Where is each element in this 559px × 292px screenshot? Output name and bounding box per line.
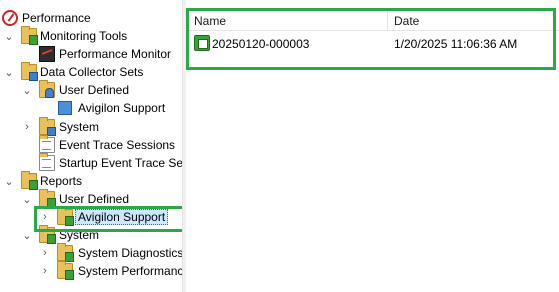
tree-node-performance[interactable]: Performance: [0, 9, 180, 27]
tree-node-startup-event-trace[interactable]: Startup Event Trace Sess: [0, 153, 182, 172]
chevron-right-icon[interactable]: ›: [40, 244, 50, 262]
folder-trace-icon: [39, 153, 55, 171]
chevron-right-icon[interactable]: ›: [22, 118, 32, 136]
folder-chart-icon: [21, 26, 38, 45]
highlight-box-list: [186, 8, 556, 70]
tree-node-data-collector-sets[interactable]: ⌄ Data Collector Sets: [0, 62, 180, 81]
tree-node-label: Startup Event Trace Sess: [59, 156, 182, 170]
tree-node-label: User Defined: [59, 192, 130, 206]
report-list[interactable]: Name Date 20250120-000003 1/20/2025 11:0…: [186, 0, 559, 292]
tree-node-event-trace-sessions[interactable]: Event Trace Sessions: [0, 135, 180, 154]
folder-report-icon: [57, 243, 74, 262]
highlight-box-tree-selection: [34, 206, 182, 232]
folder-icon: [39, 117, 56, 136]
chevron-right-icon[interactable]: ›: [40, 262, 50, 280]
folder-data-icon: [21, 62, 38, 81]
tree-node-label: Reports: [40, 174, 83, 188]
tree-node-label: System: [59, 120, 100, 134]
tree-node-label: System Performanc: [78, 264, 182, 278]
navigation-tree[interactable]: Performance ⌄ Monitoring Tools Performan…: [0, 0, 182, 292]
tree-node-label: Monitoring Tools: [40, 29, 128, 43]
tree-node-dcs-system[interactable]: › System: [0, 117, 180, 136]
tree-node-label: User Defined: [59, 83, 130, 97]
folder-trace-icon: [39, 135, 55, 153]
chevron-down-icon[interactable]: ⌄: [4, 172, 14, 190]
folder-user-icon: [39, 189, 56, 208]
tree-node-label: Avigilon Support: [78, 101, 166, 115]
tree-node-label: Event Trace Sessions: [59, 138, 176, 152]
data-collector-icon: [58, 101, 72, 115]
chevron-down-icon[interactable]: ⌄: [22, 226, 32, 244]
tree-node-label: System Diagnostics: [78, 246, 182, 260]
chevron-down-icon[interactable]: ⌄: [4, 27, 14, 45]
chevron-down-icon[interactable]: ⌄: [4, 63, 14, 81]
monitor-chart-icon: [39, 46, 55, 62]
tree-node-system-diagnostics[interactable]: › System Diagnostics: [0, 243, 182, 262]
tree-node-dcs-user-defined[interactable]: ⌄ User Defined: [0, 80, 180, 99]
folder-report-icon: [57, 261, 74, 280]
tree-node-label: Performance: [22, 11, 91, 25]
tree-node-label: Data Collector Sets: [40, 65, 144, 79]
chevron-down-icon[interactable]: ⌄: [22, 81, 32, 99]
tree-node-monitoring-tools[interactable]: ⌄ Monitoring Tools: [0, 26, 180, 45]
folder-user-icon: [39, 80, 55, 98]
tree-node-reports[interactable]: ⌄ Reports: [0, 171, 180, 190]
performance-icon: [2, 10, 18, 26]
tree-node-dcs-avigilon-support[interactable]: Avigilon Support: [0, 99, 180, 117]
tree-node-system-performance[interactable]: › System Performanc: [0, 261, 182, 280]
chevron-down-icon[interactable]: ⌄: [22, 190, 32, 208]
tree-node-label: Performance Monitor: [59, 47, 172, 61]
folder-report-icon: [21, 171, 38, 190]
tree-node-performance-monitor[interactable]: Performance Monitor: [0, 45, 180, 63]
